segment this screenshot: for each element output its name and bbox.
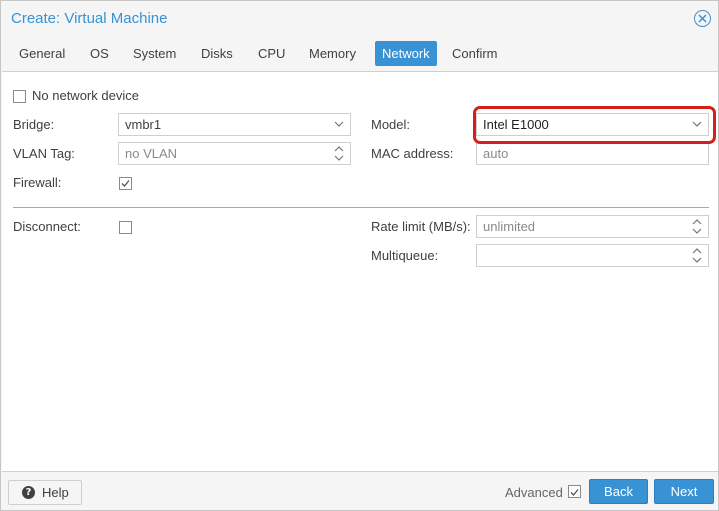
bridge-select[interactable]: vmbr1 bbox=[118, 113, 351, 136]
tab-network[interactable]: Network bbox=[375, 41, 437, 66]
dialog-footer: ? Help Advanced Back Next bbox=[1, 473, 718, 510]
dialog-titlebar: Create: Virtual Machine bbox=[1, 1, 718, 37]
question-icon: ? bbox=[22, 486, 35, 499]
firewall-checkbox[interactable] bbox=[119, 177, 132, 190]
mac-address-value: auto bbox=[483, 146, 509, 161]
tab-os[interactable]: OS bbox=[83, 41, 116, 66]
model-value: Intel E1000 bbox=[483, 117, 549, 132]
disconnect-checkbox[interactable] bbox=[119, 221, 132, 234]
rate-limit-label: Rate limit (MB/s): bbox=[371, 219, 471, 234]
model-select[interactable]: Intel E1000 bbox=[476, 113, 709, 136]
spinner-arrows-icon[interactable] bbox=[332, 143, 346, 164]
firewall-label: Firewall: bbox=[13, 175, 62, 190]
tab-confirm[interactable]: Confirm bbox=[445, 41, 505, 66]
bridge-value: vmbr1 bbox=[125, 117, 162, 132]
advanced-label: Advanced bbox=[505, 485, 563, 500]
tab-disks[interactable]: Disks bbox=[194, 41, 240, 66]
tab-system[interactable]: System bbox=[126, 41, 183, 66]
chevron-down-icon[interactable] bbox=[690, 114, 704, 135]
multiqueue-spinner[interactable] bbox=[476, 244, 709, 267]
tab-general[interactable]: General bbox=[12, 41, 72, 66]
chevron-down-icon[interactable] bbox=[332, 114, 346, 135]
no-network-device-label: No network device bbox=[32, 88, 139, 103]
checkmark-icon bbox=[121, 180, 130, 187]
mac-address-input[interactable]: auto bbox=[476, 142, 709, 165]
wizard-tabs: General OS System Disks CPU Memory Netwo… bbox=[1, 41, 718, 67]
spinner-arrows-icon[interactable] bbox=[690, 216, 704, 237]
no-network-device-checkbox[interactable] bbox=[13, 90, 26, 103]
create-vm-dialog: Create: Virtual Machine General OS Syste… bbox=[0, 0, 719, 511]
network-panel: No network device Bridge: vmbr1 VLAN Tag… bbox=[2, 71, 718, 472]
bridge-label: Bridge: bbox=[13, 117, 55, 132]
close-icon[interactable] bbox=[694, 10, 711, 27]
next-button[interactable]: Next bbox=[654, 479, 714, 504]
help-button[interactable]: ? Help bbox=[8, 480, 82, 505]
model-label: Model: bbox=[371, 117, 411, 132]
spinner-arrows-icon[interactable] bbox=[690, 245, 704, 266]
advanced-checkbox[interactable] bbox=[568, 485, 581, 498]
back-button[interactable]: Back bbox=[589, 479, 648, 504]
disconnect-label: Disconnect: bbox=[13, 219, 81, 234]
tab-cpu[interactable]: CPU bbox=[251, 41, 292, 66]
mac-address-label: MAC address: bbox=[371, 146, 454, 161]
dialog-title: Create: Virtual Machine bbox=[11, 10, 168, 27]
multiqueue-label: Multiqueue: bbox=[371, 248, 439, 263]
vlan-tag-spinner[interactable]: no VLAN bbox=[118, 142, 351, 165]
vlan-tag-label: VLAN Tag: bbox=[13, 146, 75, 161]
tab-memory[interactable]: Memory bbox=[302, 41, 363, 66]
checkmark-icon bbox=[570, 489, 579, 496]
rate-limit-value: unlimited bbox=[483, 219, 536, 234]
advanced-divider bbox=[13, 207, 709, 208]
vlan-tag-value: no VLAN bbox=[125, 146, 178, 161]
help-button-label: Help bbox=[42, 485, 69, 500]
rate-limit-spinner[interactable]: unlimited bbox=[476, 215, 709, 238]
